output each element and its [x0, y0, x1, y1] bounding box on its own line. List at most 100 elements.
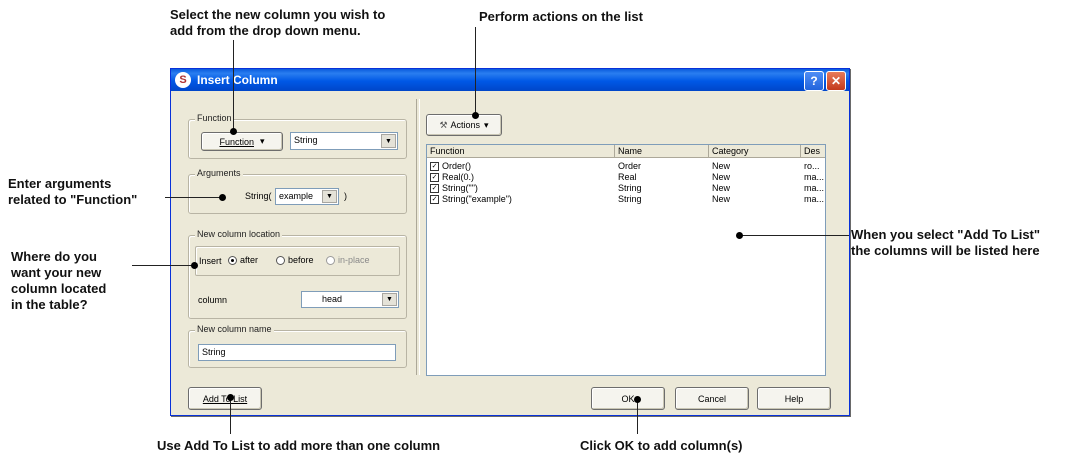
row-function: String("")	[442, 183, 478, 193]
help-title-button[interactable]: ?	[804, 71, 824, 91]
dropdown-arrow-icon[interactable]: ▼	[381, 134, 396, 148]
col-header-function[interactable]: Function	[427, 145, 615, 158]
checkbox-checked-icon[interactable]: ✓	[430, 162, 439, 172]
function-button-label: Function	[219, 136, 254, 147]
row-des: ro...	[804, 161, 820, 171]
table-row[interactable]: ✓ String("") String New ma...	[427, 183, 825, 194]
column-list[interactable]: Function Name Category Des ✓ Order() Orde…	[426, 144, 826, 376]
row-name: Order	[618, 161, 642, 171]
callout-line-function	[233, 40, 234, 130]
insert-label: Insert	[199, 256, 222, 266]
annotation-ok: Click OK to add column(s)	[580, 438, 743, 453]
row-des: ma...	[804, 194, 825, 204]
column-select-value: head	[322, 294, 343, 304]
annotation-arguments-line2: related to "Function"	[8, 192, 138, 207]
name-group-legend: New column name	[195, 324, 274, 334]
arguments-value: example	[279, 191, 314, 201]
column-name-input[interactable]: String	[198, 344, 396, 361]
annotation-add-to-list: Use Add To List to add more than one col…	[157, 438, 441, 453]
table-row[interactable]: ✓ Order() Order New ro...	[427, 161, 825, 172]
actions-button[interactable]: ⚒ Actions ▾	[426, 114, 502, 136]
arguments-prefix: String(	[245, 191, 272, 201]
row-function: Real(0.)	[442, 172, 475, 182]
callout-dot-ok	[634, 396, 641, 403]
row-name: String	[618, 194, 642, 204]
function-group: Function Function ▾ String ▼	[188, 113, 407, 159]
annotation-location-line3: column located	[11, 281, 107, 296]
callout-line-ok	[637, 398, 638, 434]
function-select[interactable]: String ▼	[290, 132, 398, 150]
dropdown-arrow-icon[interactable]: ▼	[322, 190, 337, 203]
annotation-location-line4: in the table?	[11, 297, 88, 312]
radio-before[interactable]: before	[276, 255, 314, 266]
app-icon: S	[175, 72, 191, 88]
annotation-arguments-line1: Enter arguments	[8, 176, 112, 191]
location-group: New column location Insert after before …	[188, 229, 407, 319]
function-dropdown-button[interactable]: Function ▾	[201, 132, 283, 151]
callout-line-list	[741, 235, 849, 236]
add-to-list-button[interactable]: Add To List	[188, 387, 262, 410]
table-row[interactable]: ✓ String("example") String New ma...	[427, 194, 825, 205]
callout-dot-actions	[472, 112, 479, 119]
row-name: Real	[618, 172, 637, 182]
ok-button[interactable]: OK	[591, 387, 665, 410]
row-des: ma...	[804, 172, 825, 182]
column-label: column	[198, 295, 228, 305]
radio-in-place[interactable]: in-place	[326, 255, 370, 266]
row-category: New	[712, 172, 731, 182]
col-header-name[interactable]: Name	[615, 145, 709, 158]
close-button[interactable]: ✕	[826, 71, 846, 91]
insert-options: Insert after before in-place	[195, 246, 400, 276]
help-button[interactable]: Help	[757, 387, 831, 410]
row-category: New	[712, 161, 731, 171]
radio-icon	[276, 256, 285, 266]
col-header-category[interactable]: Category	[709, 145, 801, 158]
table-row[interactable]: ✓ Real(0.) Real New ma...	[427, 172, 825, 183]
dropdown-arrow-icon[interactable]: ▼	[382, 293, 397, 306]
row-category: New	[712, 194, 731, 204]
radio-icon	[228, 256, 237, 266]
annotation-location-line1: Where do you	[11, 249, 97, 264]
checkbox-checked-icon[interactable]: ✓	[430, 195, 439, 205]
function-select-value: String	[294, 135, 318, 145]
column-select[interactable]: head ▼	[301, 291, 399, 308]
location-group-legend: New column location	[195, 229, 283, 239]
checkbox-checked-icon[interactable]: ✓	[430, 173, 439, 183]
annotation-function-line2: add from the drop down menu.	[170, 23, 361, 38]
radio-after[interactable]: after	[228, 255, 259, 266]
dialog-titlebar[interactable]: S Insert Column ? ✕	[171, 69, 849, 91]
row-function: String("example")	[442, 194, 512, 204]
annotation-location-line2: want your new	[11, 265, 102, 280]
arguments-input[interactable]: example ▼	[275, 188, 339, 205]
callout-line-location	[132, 265, 193, 266]
chevron-down-icon: ▾	[484, 119, 489, 130]
checkbox-checked-icon[interactable]: ✓	[430, 184, 439, 194]
row-des: ma...	[804, 183, 825, 193]
annotation-list-line2: the columns will be listed here	[851, 243, 1040, 258]
cancel-button[interactable]: Cancel	[675, 387, 749, 410]
radio-before-label: before	[288, 255, 314, 265]
arguments-group-legend: Arguments	[195, 168, 243, 178]
actions-label: Actions	[450, 120, 481, 130]
callout-dot-location	[191, 262, 198, 269]
dialog-title: Insert Column	[197, 73, 278, 87]
callout-dot-list	[736, 232, 743, 239]
callout-line-add-to-list	[230, 398, 231, 434]
insert-column-dialog: S Insert Column ? ✕ Function Function ▾ …	[170, 68, 850, 416]
wrench-icon: ⚒	[439, 119, 448, 130]
annotation-function-line1: Select the new column you wish to	[170, 7, 386, 22]
col-header-des[interactable]: Des	[801, 145, 825, 158]
chevron-down-icon: ▾	[260, 136, 265, 146]
annotation-actions: Perform actions on the list	[479, 9, 643, 24]
name-group: New column name String	[188, 324, 407, 368]
annotation-list-line1: When you select "Add To List"	[851, 227, 1041, 242]
callout-dot-function	[230, 128, 237, 135]
radio-icon	[326, 256, 335, 266]
callout-line-actions	[475, 27, 476, 115]
row-function: Order()	[442, 161, 471, 171]
radio-after-label: after	[240, 255, 259, 265]
function-group-legend: Function	[195, 113, 234, 123]
radio-in-place-label: in-place	[338, 255, 370, 265]
row-category: New	[712, 183, 731, 193]
arguments-suffix: )	[344, 191, 347, 201]
